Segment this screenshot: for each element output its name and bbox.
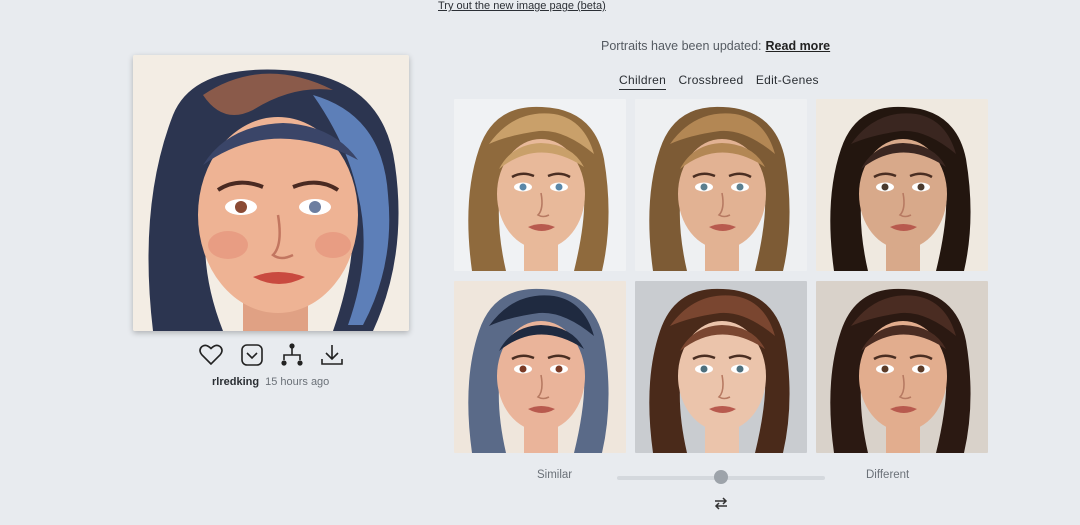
update-notice: Portraits have been updated: Read more	[601, 39, 830, 53]
child-portrait[interactable]	[635, 281, 807, 453]
bookmark-icon[interactable]	[239, 342, 265, 368]
timestamp: 15 hours ago	[265, 376, 330, 388]
portrait-artwork	[454, 99, 626, 271]
download-icon[interactable]	[319, 342, 345, 368]
portrait-artwork	[816, 99, 988, 271]
tree-icon[interactable]	[279, 342, 305, 368]
different-label: Different	[866, 469, 910, 481]
child-portrait[interactable]	[454, 281, 626, 453]
similar-label: Similar	[537, 469, 573, 481]
child-portrait[interactable]	[816, 281, 988, 453]
main-portrait-image[interactable]	[133, 55, 409, 331]
action-bar	[198, 342, 346, 368]
beta-page-link[interactable]: Try out the new image page (beta)	[438, 0, 606, 12]
portrait-artwork	[454, 281, 626, 453]
heart-icon[interactable]	[198, 342, 224, 368]
image-meta: rlredking 15 hours ago	[212, 376, 329, 388]
children-grid	[454, 99, 989, 454]
main-portrait-artwork	[133, 55, 409, 331]
child-portrait[interactable]	[454, 99, 626, 271]
tab-children[interactable]: Children	[619, 73, 667, 90]
tab-edit-genes[interactable]: Edit-Genes	[756, 73, 819, 89]
child-portrait[interactable]	[816, 99, 988, 271]
child-portrait[interactable]	[635, 99, 807, 271]
notice-text: Portraits have been updated:	[601, 39, 762, 53]
portrait-artwork	[816, 281, 988, 453]
slider-thumb[interactable]	[714, 470, 728, 484]
tab-crossbreed[interactable]: Crossbreed	[678, 73, 743, 89]
portrait-artwork	[635, 281, 807, 453]
shuffle-icon[interactable]	[711, 493, 731, 513]
portrait-artwork	[635, 99, 807, 271]
tab-bar: Children Crossbreed Edit-Genes	[619, 73, 828, 91]
username-link[interactable]: rlredking	[212, 376, 259, 388]
read-more-link[interactable]: Read more	[766, 39, 831, 53]
